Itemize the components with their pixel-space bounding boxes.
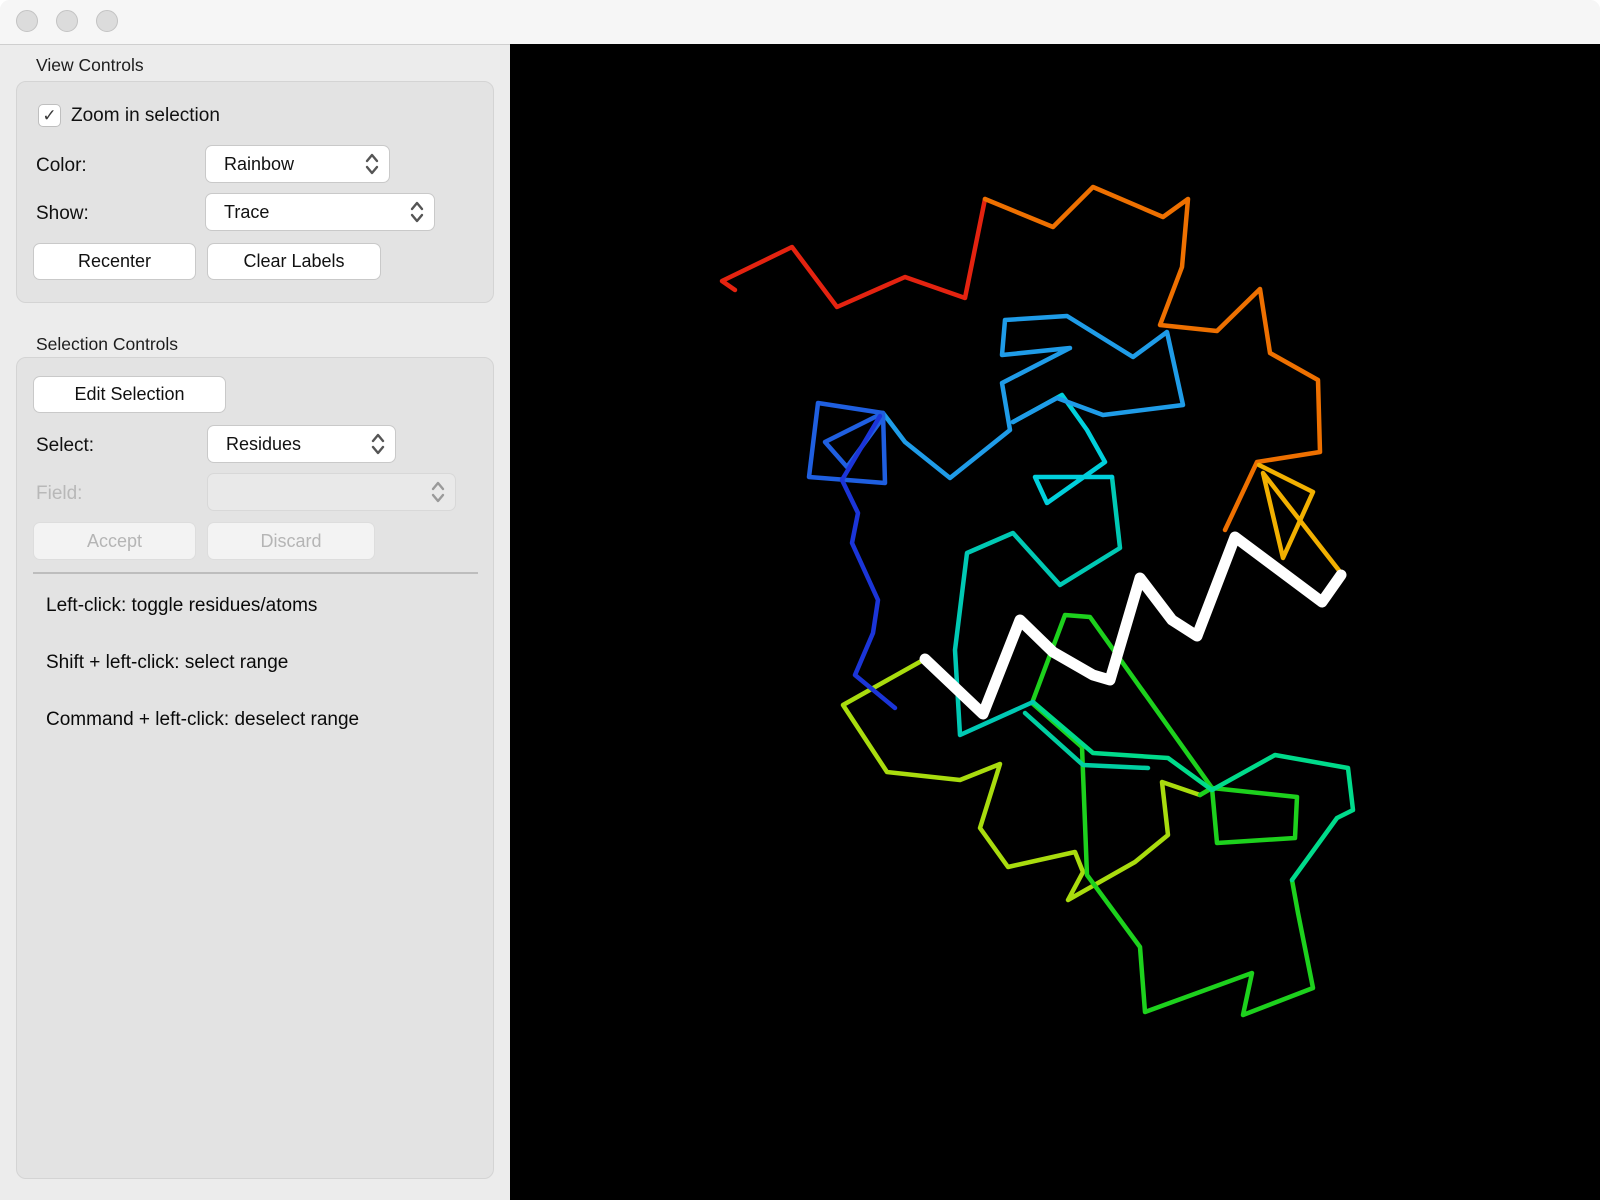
backbone-skyblue bbox=[880, 313, 1186, 481]
zoom-in-selection-checkbox[interactable]: ✓ bbox=[38, 104, 61, 127]
edit-selection-button[interactable]: Edit Selection bbox=[33, 376, 226, 413]
accept-button: Accept bbox=[33, 522, 196, 560]
section-divider bbox=[33, 572, 478, 574]
select-dropdown[interactable]: Residues bbox=[207, 425, 396, 463]
color-dropdown[interactable]: Rainbow bbox=[205, 145, 390, 183]
backbone-teal-strand bbox=[1022, 710, 1151, 771]
chevron-up-down-icon bbox=[371, 433, 385, 455]
backbone-gold bbox=[1256, 462, 1344, 576]
backbone-red bbox=[719, 196, 988, 310]
close-button[interactable] bbox=[16, 10, 38, 32]
checkmark-icon: ✓ bbox=[42, 105, 57, 125]
minimize-button[interactable] bbox=[56, 10, 78, 32]
field-dropdown bbox=[207, 473, 456, 511]
select-label: Select: bbox=[36, 435, 95, 456]
help-command-click: Command + left-click: deselect range bbox=[46, 709, 360, 730]
chevron-up-down-icon bbox=[431, 481, 445, 503]
clear-labels-button[interactable]: Clear Labels bbox=[207, 243, 381, 280]
show-label: Show: bbox=[36, 203, 89, 224]
recenter-button[interactable]: Recenter bbox=[33, 243, 196, 280]
help-left-click: Left-click: toggle residues/atoms bbox=[46, 595, 318, 616]
show-dropdown[interactable]: Trace bbox=[205, 193, 435, 231]
selection-controls-title: Selection Controls bbox=[36, 334, 179, 354]
controls-sidebar: View Controls ✓ Zoom in selection Color:… bbox=[0, 45, 510, 1200]
field-label: Field: bbox=[36, 483, 83, 504]
view-controls-title: View Controls bbox=[36, 55, 144, 75]
zoom-window-button[interactable] bbox=[96, 10, 118, 32]
help-shift-click: Shift + left-click: select range bbox=[46, 652, 289, 673]
title-bar bbox=[0, 0, 1600, 45]
backbone-green bbox=[1029, 612, 1316, 1018]
color-dropdown-value: Rainbow bbox=[224, 153, 295, 174]
select-dropdown-value: Residues bbox=[226, 433, 302, 454]
discard-button: Discard bbox=[207, 522, 375, 560]
selection-highlight bbox=[919, 531, 1347, 720]
color-label: Color: bbox=[36, 155, 87, 176]
zoom-in-selection-label: Zoom in selection bbox=[71, 105, 220, 126]
chevron-up-down-icon bbox=[410, 201, 424, 223]
protein-trace bbox=[719, 184, 1356, 1018]
app-window: View Controls ✓ Zoom in selection Color:… bbox=[0, 0, 1600, 1200]
backbone-teal bbox=[952, 474, 1123, 738]
molecule-viewport[interactable] bbox=[510, 44, 1600, 1200]
chevron-up-down-icon bbox=[365, 153, 379, 175]
show-dropdown-value: Trace bbox=[224, 201, 270, 222]
